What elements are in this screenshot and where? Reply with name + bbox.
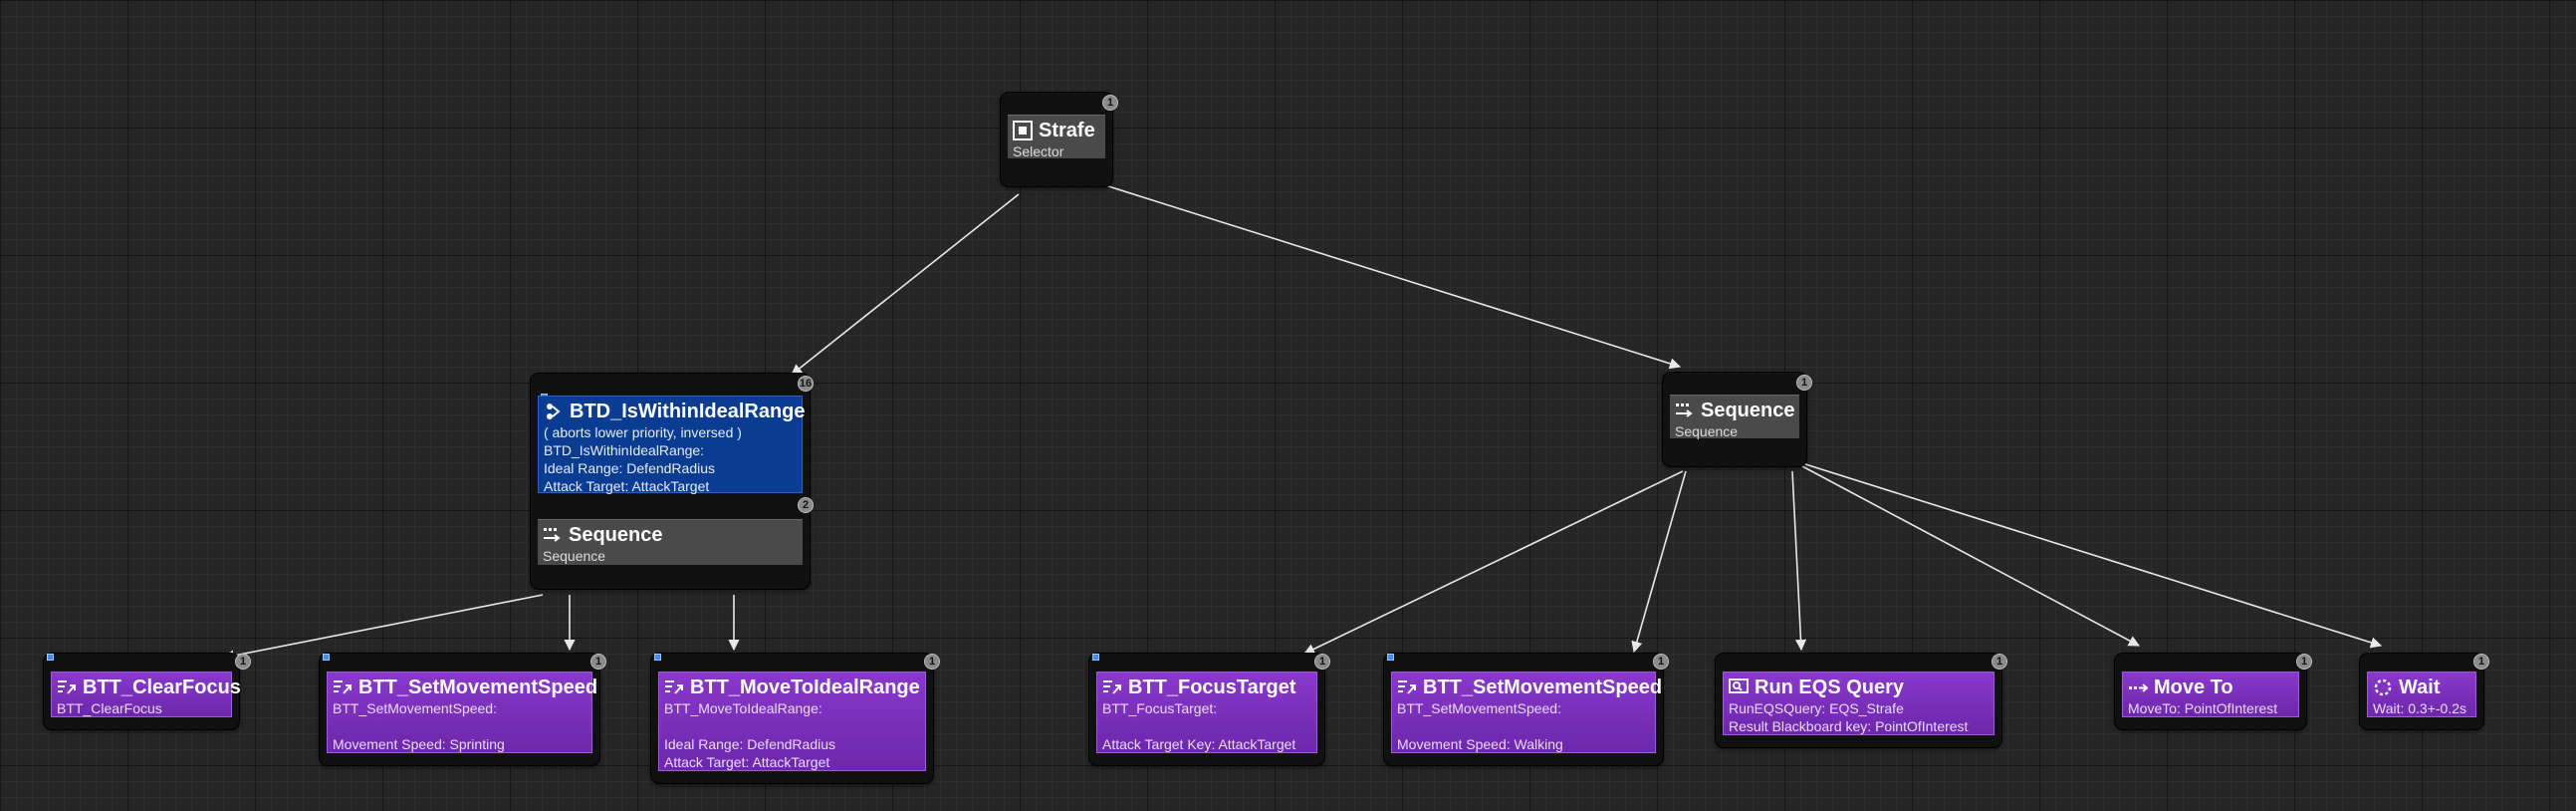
node-subtitle: BTT_ClearFocus bbox=[57, 700, 162, 716]
task-title-row: Run EQS Query bbox=[1729, 676, 1989, 699]
task-title-row: BTT_SetMovementSpeed bbox=[1397, 676, 1662, 699]
connection-wire bbox=[791, 193, 1020, 376]
run-eqs-query-node[interactable]: Run EQS Query RunEQSQuery: EQS_Strafe Re… bbox=[1716, 654, 2007, 747]
sequence-composite[interactable]: Sequence Sequence bbox=[538, 519, 803, 565]
strafe-title-row: Strafe bbox=[1013, 119, 1100, 142]
task-title-row: BTT_ClearFocus bbox=[57, 676, 241, 699]
node-title: BTT_MoveToIdealRange bbox=[690, 676, 920, 698]
execution-order-badge: 1 bbox=[1796, 375, 1812, 391]
sequence-icon bbox=[544, 528, 561, 542]
move-to-icon bbox=[2129, 683, 2148, 692]
node-subtitle: Sequence bbox=[543, 548, 606, 564]
decorator-icon bbox=[547, 404, 561, 419]
sequence-title-row: Sequence bbox=[1675, 399, 1794, 422]
node-title: Sequence bbox=[1701, 400, 1795, 421]
decorator-line: Ideal Range: DefendRadius bbox=[544, 460, 716, 476]
breakpoint-pin bbox=[1387, 654, 1394, 661]
btt-clear-focus-node[interactable]: BTT_ClearFocus BTT_ClearFocus 1 bbox=[44, 654, 251, 729]
task-icon bbox=[58, 680, 76, 694]
eqs-icon bbox=[1729, 678, 1749, 693]
execution-order-badge: 2 bbox=[798, 497, 814, 513]
sequence-node-with-decorator[interactable]: BTD_IsWithinIdealRange ( aborts lower pr… bbox=[531, 374, 814, 589]
btt-set-movement-speed-sprint-node[interactable]: BTT_SetMovementSpeed BTT_SetMovementSpee… bbox=[320, 654, 606, 765]
execution-order-badge: 1 bbox=[235, 654, 251, 670]
breakpoint-pin bbox=[1092, 654, 1099, 661]
task-icon bbox=[334, 680, 351, 694]
node-title: Sequence bbox=[569, 524, 663, 546]
wait-icon bbox=[2374, 678, 2392, 696]
task-title-row: BTT_FocusTarget bbox=[1102, 676, 1311, 699]
execution-order-badge: 1 bbox=[1102, 95, 1118, 111]
execution-order-badge: 1 bbox=[1314, 654, 1330, 670]
connection-wire bbox=[1801, 465, 2140, 647]
connection-wire bbox=[1104, 184, 1682, 370]
connection-wire bbox=[1791, 470, 1807, 652]
connection-wire bbox=[222, 594, 544, 662]
task-icon bbox=[665, 680, 683, 694]
node-title: Run EQS Query bbox=[1755, 676, 1905, 698]
decorator-line: Attack Target: AttackTarget bbox=[544, 478, 710, 494]
selector-icon bbox=[1013, 121, 1033, 140]
breakpoint-pin bbox=[654, 654, 661, 661]
decorator-title-row: BTD_IsWithinIdealRange bbox=[544, 400, 806, 423]
node-title: BTT_FocusTarget bbox=[1128, 676, 1296, 698]
connection-wire bbox=[1801, 462, 2383, 649]
is-within-ideal-range-decorator[interactable]: BTD_IsWithinIdealRange ( aborts lower pr… bbox=[538, 396, 806, 494]
sequence-node[interactable]: Sequence Sequence 1 bbox=[1663, 373, 1812, 466]
breakpoint-pin bbox=[323, 654, 330, 661]
execution-order-badge: 1 bbox=[2473, 654, 2489, 670]
wait-node[interactable]: Wait Wait: 0.3+-0.2s 1 bbox=[2360, 654, 2489, 729]
node-subtitle: Wait: 0.3+-0.2s bbox=[2373, 700, 2467, 716]
strafe-selector-node[interactable]: Strafe Selector 1 bbox=[1001, 93, 1118, 186]
task-title-row: Move To bbox=[2128, 676, 2293, 699]
breakpoint-pin bbox=[47, 654, 54, 661]
decorator-title: BTD_IsWithinIdealRange bbox=[570, 401, 806, 422]
node-title: BTT_ClearFocus bbox=[83, 676, 241, 698]
node-subtitle: BTT_MoveToIdealRange: Ideal Range: Defen… bbox=[664, 700, 836, 770]
node-title: Strafe bbox=[1039, 120, 1095, 141]
task-title-row: BTT_SetMovementSpeed bbox=[333, 676, 597, 699]
task-title-row: BTT_MoveToIdealRange bbox=[664, 676, 920, 699]
execution-order-badge: 1 bbox=[2296, 654, 2312, 670]
node-title: BTT_SetMovementSpeed bbox=[358, 676, 598, 698]
task-icon bbox=[1398, 680, 1416, 694]
node-subtitle: RunEQSQuery: EQS_Strafe Result Blackboar… bbox=[1729, 700, 1969, 734]
node-title: Move To bbox=[2154, 676, 2233, 698]
node-subtitle: MoveTo: PointOfInterest bbox=[2128, 700, 2278, 716]
node-subtitle: BTT_SetMovementSpeed: Movement Speed: Wa… bbox=[1397, 700, 1563, 752]
btt-move-to-ideal-range-node[interactable]: BTT_MoveToIdealRange BTT_MoveToIdealRang… bbox=[651, 654, 940, 783]
connection-wire bbox=[1631, 470, 1687, 654]
node-title: BTT_SetMovementSpeed bbox=[1423, 676, 1663, 698]
btt-focus-target-node[interactable]: BTT_FocusTarget BTT_FocusTarget: Attack … bbox=[1089, 654, 1330, 765]
sequence-icon bbox=[1676, 404, 1693, 417]
execution-order-badge: 1 bbox=[1991, 654, 2007, 670]
node-subtitle: BTT_FocusTarget: Attack Target Key: Atta… bbox=[1102, 700, 1296, 752]
decorator-line: ( aborts lower priority, inversed ) bbox=[544, 424, 742, 440]
execution-order-badge: 1 bbox=[924, 654, 940, 670]
node-title: Wait bbox=[2399, 676, 2441, 698]
connection-wire bbox=[1302, 470, 1684, 655]
task-icon bbox=[1103, 680, 1121, 694]
execution-order-badge: 1 bbox=[1653, 654, 1669, 670]
move-to-node[interactable]: Move To MoveTo: PointOfInterest 1 bbox=[2115, 654, 2312, 729]
execution-order-badge: 1 bbox=[590, 654, 606, 670]
btt-set-movement-speed-walk-node[interactable]: BTT_SetMovementSpeed BTT_SetMovementSpee… bbox=[1384, 654, 1669, 765]
task-title-row: Wait bbox=[2373, 676, 2470, 699]
sequence-title-row: Sequence bbox=[543, 523, 798, 547]
node-subtitle: Selector bbox=[1013, 143, 1064, 159]
node-subtitle: Sequence bbox=[1675, 423, 1739, 439]
decorator-line: BTD_IsWithinIdealRange: bbox=[544, 442, 705, 458]
node-subtitle: BTT_SetMovementSpeed: Movement Speed: Sp… bbox=[333, 700, 505, 752]
execution-order-badge: 16 bbox=[798, 376, 814, 392]
